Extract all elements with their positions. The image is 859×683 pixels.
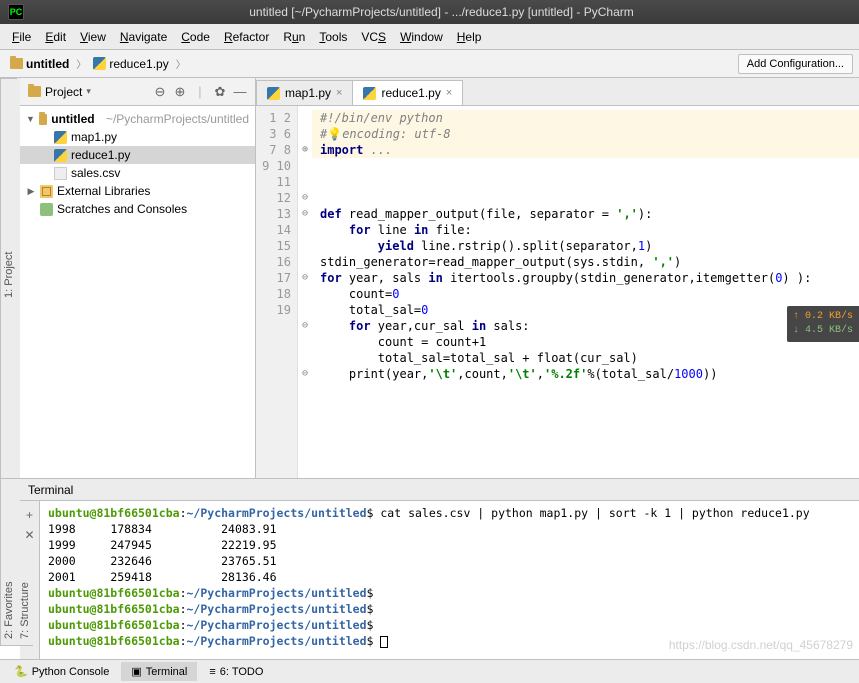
left-tool-rail: 1: Project (0, 78, 20, 478)
breadcrumb: untitled 〉 reduce1.py 〉 (6, 55, 186, 73)
menu-view[interactable]: View (74, 27, 112, 47)
menu-code[interactable]: Code (175, 27, 216, 47)
left-tool-rail-bottom: 2: Favorites 7: Structure (0, 478, 20, 646)
menu-tools[interactable]: Tools (313, 27, 353, 47)
project-panel: Project ▾ ⊖ ⊕ | ✿ — ▼ untitled ~/Pycharm… (20, 78, 256, 478)
hide-icon[interactable]: — (233, 85, 247, 99)
tab-terminal[interactable]: ▣ Terminal (121, 662, 197, 681)
tab-todo[interactable]: ≡ 6: TODO (199, 663, 273, 681)
breadcrumb-file[interactable]: reduce1.py (89, 55, 172, 73)
rail-favorites[interactable]: 2: Favorites (1, 478, 17, 646)
python-file-icon (363, 87, 376, 100)
line-number-gutter: 1 2 3 6 7 8 9 10 11 12 13 14 15 16 17 18… (256, 106, 298, 478)
python-file-icon (267, 87, 280, 100)
chevron-icon: 〉 (176, 56, 186, 71)
close-icon[interactable]: × (336, 87, 342, 99)
tree-external-libraries[interactable]: ▶ External Libraries (20, 182, 255, 200)
python-file-icon (93, 57, 106, 70)
network-badge: ↑ 0.2 KB/s ↓ 4.5 KB/s (787, 306, 859, 342)
tab-map1[interactable]: map1.py× (256, 80, 353, 105)
add-configuration-button[interactable]: Add Configuration... (738, 54, 853, 74)
close-icon[interactable]: × (446, 87, 452, 99)
arrow-down-icon[interactable]: ▼ (26, 114, 35, 124)
project-panel-title[interactable]: Project ▾ (28, 85, 91, 99)
main-area: 1: Project Project ▾ ⊖ ⊕ | ✿ — ▼ untitle… (0, 78, 859, 478)
tree-file-sales[interactable]: sales.csv (20, 164, 255, 182)
rail-project[interactable]: 1: Project (1, 78, 17, 470)
breadcrumb-root[interactable]: untitled (6, 55, 73, 73)
arrow-right-icon[interactable]: ▶ (26, 186, 36, 197)
menu-edit[interactable]: Edit (39, 27, 72, 47)
terminal-cursor (380, 636, 388, 648)
bottom-tool-tabs: 🐍 Python Console ▣ Terminal ≡ 6: TODO (0, 659, 859, 683)
tree-root-label: untitled (51, 112, 94, 126)
menubar: File Edit View Navigate Code Refactor Ru… (0, 24, 859, 50)
editor-tabs: map1.py× reduce1.py× (256, 78, 859, 106)
locate-icon[interactable]: ⊕ (173, 85, 187, 99)
menu-navigate[interactable]: Navigate (114, 27, 173, 47)
menu-help[interactable]: Help (451, 27, 488, 47)
pycharm-icon: PC (8, 4, 24, 20)
collapse-icon[interactable]: ⊖ (153, 85, 167, 99)
tab-reduce1[interactable]: reduce1.py× (352, 80, 463, 105)
settings-icon[interactable]: ✿ (213, 85, 227, 99)
tree-file-reduce1[interactable]: reduce1.py (20, 146, 255, 164)
bulb-icon[interactable]: 💡 (327, 127, 342, 141)
folder-icon (28, 86, 41, 97)
tree-file-map1[interactable]: map1.py (20, 128, 255, 146)
navigation-bar: untitled 〉 reduce1.py 〉 Add Configuratio… (0, 50, 859, 78)
folder-icon (10, 58, 23, 69)
tree-scratches[interactable]: Scratches and Consoles (20, 200, 255, 218)
terminal-panel: Terminal + ✕ ubuntu@81bf66501cba:~/Pycha… (20, 478, 859, 659)
menu-file[interactable]: File (6, 27, 37, 47)
python-file-icon (54, 131, 67, 144)
terminal-body: + ✕ ubuntu@81bf66501cba:~/PycharmProject… (20, 501, 859, 659)
python-file-icon (54, 149, 67, 162)
terminal-title: Terminal (28, 483, 73, 497)
csv-file-icon (54, 167, 67, 180)
tree-root-path: ~/PycharmProjects/untitled (106, 112, 249, 126)
window-titlebar: PC untitled [~/PycharmProjects/untitled]… (0, 0, 859, 24)
window-title: untitled [~/PycharmProjects/untitled] - … (32, 5, 851, 19)
chevron-icon: 〉 (76, 56, 86, 71)
fold-gutter: ⊕⊖⊖⊖⊖⊖ (298, 106, 312, 478)
project-tree: ▼ untitled ~/PycharmProjects/untitled ma… (20, 106, 255, 222)
code-content[interactable]: #!/bin/env python#💡encoding: utf-8import… (312, 106, 859, 478)
tree-project-root[interactable]: ▼ untitled ~/PycharmProjects/untitled (20, 110, 255, 128)
editor-area: map1.py× reduce1.py× 1 2 3 6 7 8 9 10 11… (256, 78, 859, 478)
scratches-icon (40, 203, 53, 216)
folder-icon (39, 114, 47, 125)
code-editor[interactable]: 1 2 3 6 7 8 9 10 11 12 13 14 15 16 17 18… (256, 106, 859, 478)
library-icon (40, 185, 53, 198)
menu-window[interactable]: Window (394, 27, 449, 47)
menu-refactor[interactable]: Refactor (218, 27, 275, 47)
rail-structure[interactable]: 7: Structure (17, 478, 33, 646)
terminal-content[interactable]: ubuntu@81bf66501cba:~/PycharmProjects/un… (40, 501, 859, 659)
terminal-header: Terminal (20, 479, 859, 501)
watermark: https://blog.csdn.net/qq_45678279 (669, 638, 853, 652)
separator: | (193, 85, 207, 99)
menu-vcs[interactable]: VCS (355, 27, 392, 47)
menu-run[interactable]: Run (277, 27, 311, 47)
tab-python-console[interactable]: 🐍 Python Console (4, 662, 119, 681)
project-panel-header: Project ▾ ⊖ ⊕ | ✿ — (20, 78, 255, 106)
